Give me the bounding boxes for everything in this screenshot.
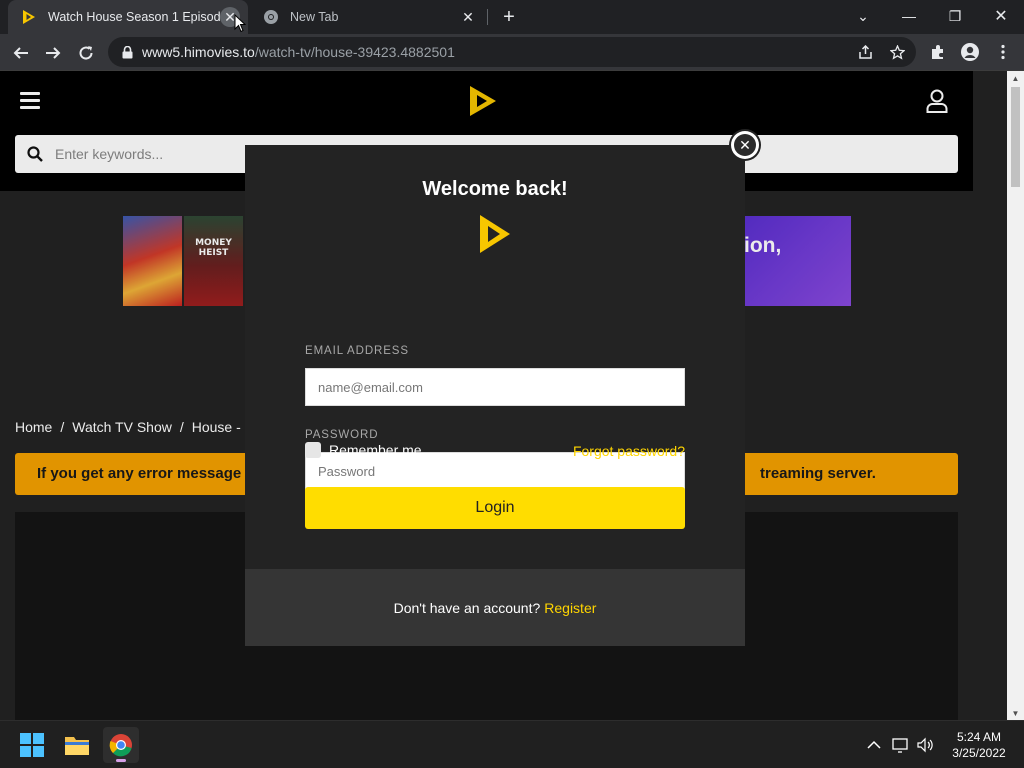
reload-icon bbox=[79, 46, 93, 60]
restore-button[interactable]: ❐ bbox=[932, 0, 978, 32]
minimize-button[interactable]: — bbox=[886, 0, 932, 32]
back-button[interactable] bbox=[8, 40, 34, 66]
register-link[interactable]: Register bbox=[544, 600, 596, 616]
tab-separator bbox=[487, 9, 488, 25]
password-label: PASSWORD bbox=[305, 429, 379, 441]
login-button[interactable]: Login bbox=[305, 487, 685, 529]
chrome-icon bbox=[262, 8, 280, 26]
share-icon[interactable] bbox=[856, 43, 874, 61]
network-icon[interactable] bbox=[891, 735, 911, 755]
login-modal: Welcome back! EMAIL ADDRESS PASSWORD Rem… bbox=[245, 145, 745, 646]
bookmark-star-icon[interactable] bbox=[888, 43, 906, 61]
clock-date: 3/25/2022 bbox=[952, 746, 1006, 760]
email-label: EMAIL ADDRESS bbox=[305, 345, 409, 357]
modal-title: Welcome back! bbox=[422, 178, 568, 200]
kebab-menu-icon[interactable] bbox=[993, 42, 1013, 62]
arrow-left-icon bbox=[13, 47, 28, 59]
volume-icon[interactable] bbox=[916, 735, 936, 755]
play-logo-icon bbox=[20, 8, 38, 26]
modal-play-logo-icon bbox=[478, 214, 512, 254]
browser-tabstrip: Watch House Season 1 Episode 1 ✕ New Tab… bbox=[0, 0, 1024, 34]
page-scrollbar[interactable]: ▲ ▼ bbox=[1007, 71, 1024, 720]
tab-active[interactable]: Watch House Season 1 Episode 1 ✕ bbox=[8, 0, 248, 34]
reload-button[interactable] bbox=[73, 40, 99, 66]
url-path: /watch-tv/house-39423.4882501 bbox=[254, 44, 455, 60]
remember-me-label: Remember me bbox=[329, 442, 422, 458]
clock-time: 5:24 AM bbox=[956, 730, 1002, 744]
tab-new-tab[interactable]: New Tab ✕ bbox=[250, 0, 486, 34]
chrome-icon bbox=[109, 734, 132, 757]
lock-icon bbox=[120, 45, 134, 59]
new-tab-button[interactable]: + bbox=[498, 6, 520, 28]
url-host: www5.himovies.to bbox=[142, 44, 255, 60]
window-close-button[interactable]: ✕ bbox=[978, 0, 1024, 32]
browser-toolbar: www5.himovies.to/watch-tv/house-39423.48… bbox=[0, 34, 1024, 71]
scrollbar-thumb[interactable] bbox=[1011, 87, 1020, 187]
page-viewport: MONEY HEIST ion, Home/Watch TV Show/Hous… bbox=[0, 71, 1007, 720]
scroll-down-arrow-icon[interactable]: ▼ bbox=[1007, 706, 1024, 720]
folder-icon bbox=[65, 737, 89, 755]
mouse-cursor-icon bbox=[234, 14, 246, 33]
windows-logo-icon bbox=[20, 733, 44, 757]
arrow-right-icon bbox=[46, 47, 61, 59]
start-button[interactable] bbox=[14, 727, 50, 763]
tray-chevron-up-icon[interactable] bbox=[864, 735, 884, 755]
modal-footer: Don't have an account? Register bbox=[245, 569, 745, 646]
profile-avatar-icon[interactable] bbox=[960, 42, 980, 62]
file-explorer-button[interactable] bbox=[59, 727, 95, 763]
no-account-text: Don't have an account? bbox=[393, 599, 541, 616]
extensions-puzzle-icon[interactable] bbox=[928, 42, 948, 62]
remember-me-checkbox[interactable] bbox=[305, 442, 321, 458]
close-icon: ✕ bbox=[734, 134, 756, 156]
active-app-indicator bbox=[116, 759, 126, 762]
tab-close-icon[interactable]: ✕ bbox=[458, 7, 478, 27]
system-clock[interactable]: 5:24 AM 3/25/2022 bbox=[944, 729, 1014, 761]
windows-taskbar: 5:24 AM 3/25/2022 bbox=[0, 720, 1024, 768]
tab-search-chevron-icon[interactable]: ⌄ bbox=[840, 0, 886, 32]
forward-button[interactable] bbox=[40, 40, 66, 66]
address-bar[interactable]: www5.himovies.to/watch-tv/house-39423.48… bbox=[108, 37, 916, 67]
remember-me[interactable]: Remember me bbox=[305, 442, 422, 458]
tab-title: Watch House Season 1 Episode 1 bbox=[48, 10, 220, 24]
chrome-taskbar-button[interactable] bbox=[103, 727, 139, 763]
scroll-up-arrow-icon[interactable]: ▲ bbox=[1007, 71, 1024, 85]
forgot-password-link[interactable]: Forgot password? bbox=[573, 443, 685, 459]
url-text: www5.himovies.to/watch-tv/house-39423.48… bbox=[142, 44, 455, 60]
modal-close-button[interactable]: ✕ bbox=[731, 131, 759, 159]
tab-title: New Tab bbox=[290, 10, 339, 24]
email-field[interactable] bbox=[305, 368, 685, 406]
